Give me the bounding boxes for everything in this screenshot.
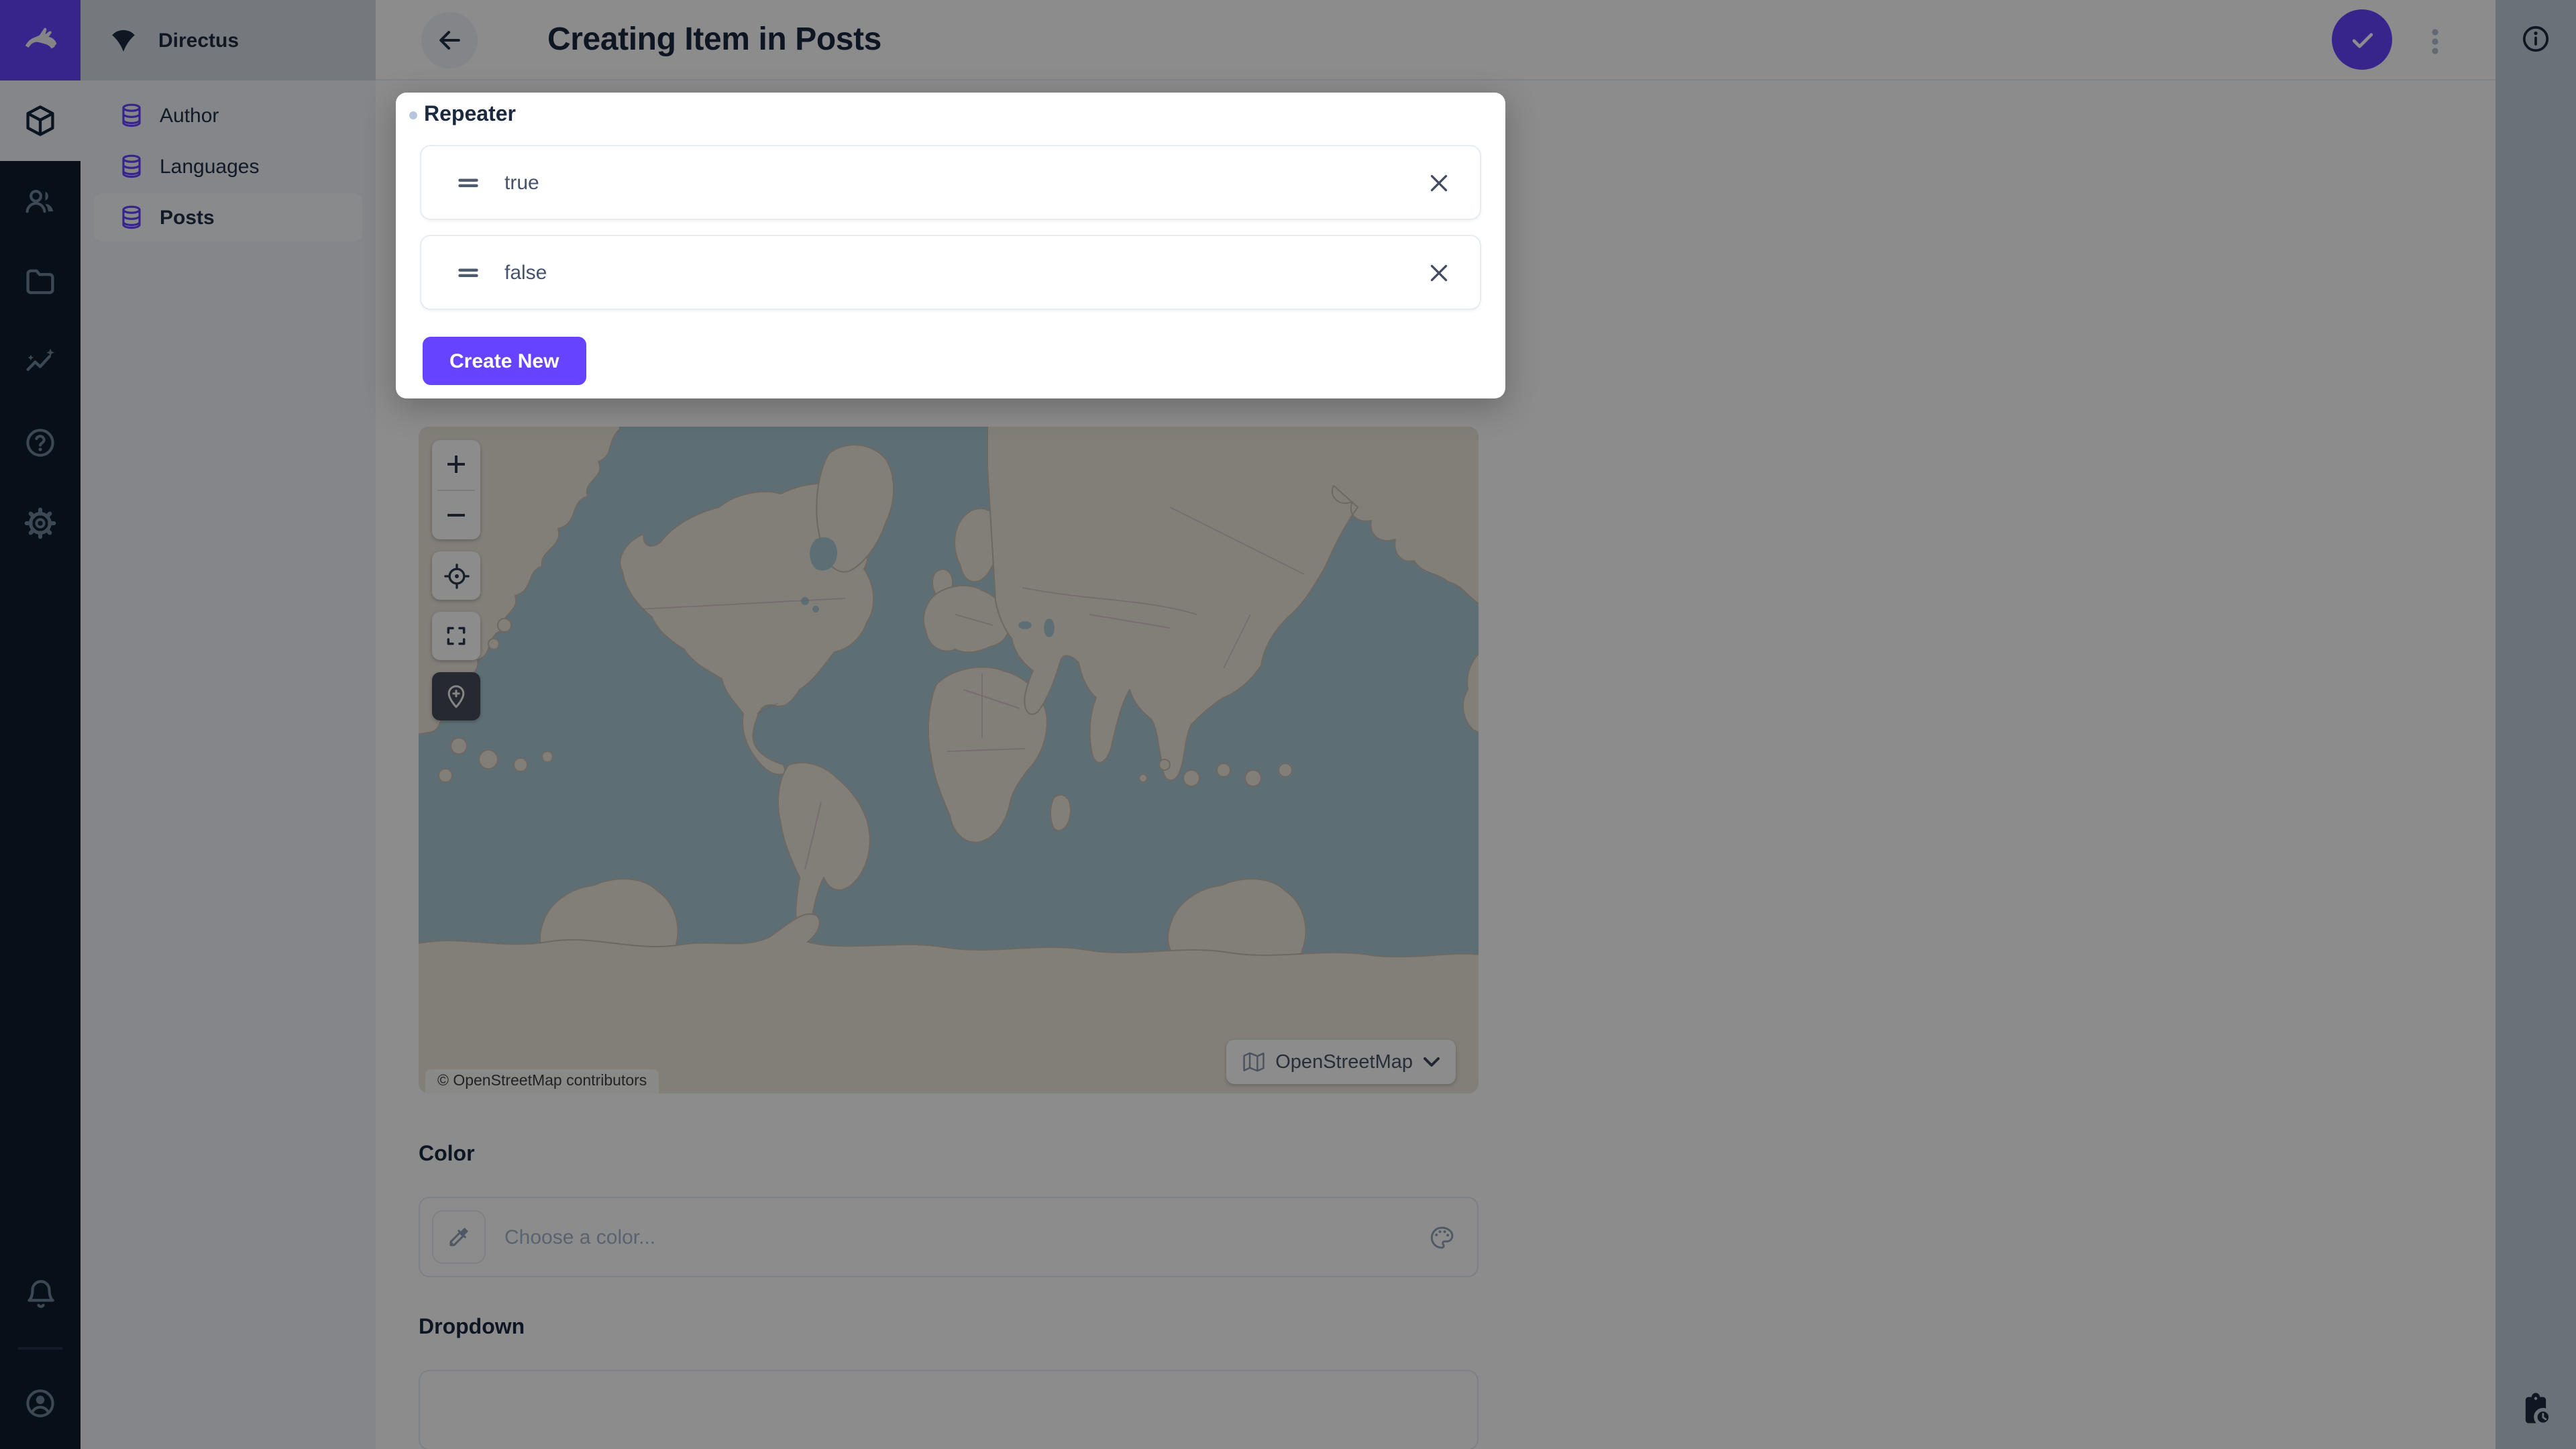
directus-app: Directus Author Languages: [0, 0, 2576, 1449]
remove-item-button[interactable]: [1425, 168, 1453, 197]
drag-handle-icon: [453, 168, 483, 197]
repeater-label: Repeater: [424, 103, 516, 127]
repeater-label-row: Repeater: [409, 103, 516, 127]
close-icon: [1425, 168, 1453, 197]
repeater-item-value: false: [504, 261, 1425, 284]
drag-handle[interactable]: [453, 258, 483, 287]
repeater-item-value: true: [504, 171, 1425, 194]
remove-item-button[interactable]: [1425, 258, 1453, 286]
close-icon: [1425, 258, 1453, 286]
create-new-button[interactable]: Create New: [423, 337, 586, 385]
repeater-item[interactable]: true: [420, 145, 1481, 220]
drag-handle-icon: [453, 258, 483, 287]
screenshot-stage: Directus Author Languages: [0, 0, 2576, 1449]
drag-handle[interactable]: [453, 168, 483, 197]
repeater-item[interactable]: false: [420, 235, 1481, 310]
edited-dot: [409, 111, 417, 119]
repeater-field-card: Repeater true f: [396, 93, 1505, 398]
